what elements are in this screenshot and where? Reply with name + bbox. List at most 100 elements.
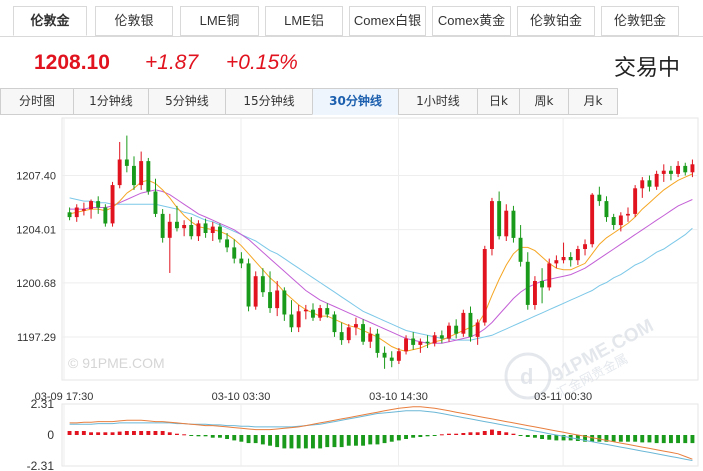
candle-body — [89, 201, 93, 210]
tab-timeshare[interactable]: 分时图 — [0, 88, 74, 115]
tab-london-silver[interactable]: 伦敦银 — [95, 6, 173, 36]
candle-body — [210, 226, 215, 233]
candle-body — [425, 341, 430, 344]
price-change-percent: +0.15% — [226, 51, 298, 74]
tab-london-gold[interactable]: 伦敦金 — [13, 6, 87, 36]
quote-bar: 1208.10 +1.87 +0.15% 交易中 — [0, 44, 703, 82]
macd-bar — [511, 433, 516, 435]
candle — [124, 135, 129, 173]
macd-bar — [368, 435, 373, 445]
macd-bar — [382, 435, 387, 444]
candle-body — [146, 161, 151, 192]
candle-body — [561, 257, 566, 261]
candle-body — [153, 191, 158, 214]
candle-body — [375, 333, 380, 353]
macd-bar — [647, 435, 652, 443]
macd-bar — [103, 432, 108, 435]
candle — [518, 225, 523, 267]
candle-body — [669, 170, 673, 174]
candle-body — [654, 173, 659, 187]
tab-30min[interactable]: 30分钟线 — [312, 88, 399, 115]
y-tick-label: 1207.40 — [16, 171, 56, 183]
candle-body — [81, 209, 86, 211]
x-tick-label: 03-11 00:30 — [534, 391, 592, 403]
macd-bar — [96, 432, 101, 435]
macd-bar — [260, 435, 265, 445]
candle-body — [568, 257, 573, 261]
macd-bar — [303, 435, 308, 449]
tab-1min[interactable]: 1分钟线 — [73, 88, 149, 115]
macd-bar — [497, 431, 502, 435]
tab-daily[interactable]: 日k — [477, 88, 520, 115]
macd-bar — [540, 435, 544, 439]
candle — [683, 162, 688, 176]
candle-body — [203, 223, 208, 233]
macd-bar — [475, 432, 480, 435]
kline-chart[interactable]: © 91PME.COM d 91PME.COM 汇金网贵金属 1207.4012… — [0, 114, 703, 471]
candle — [654, 170, 659, 190]
candle — [389, 351, 394, 368]
tab-1hour[interactable]: 1小时线 — [398, 88, 478, 115]
tab-london-palladium[interactable]: 伦敦钯金 — [601, 6, 679, 36]
candle-body — [468, 312, 473, 337]
price-axis-labels: 1207.40 1204.01 1200.68 1197.29 — [16, 171, 56, 345]
candle-body — [260, 276, 265, 293]
macd-bar — [124, 431, 129, 435]
macd-bar — [425, 435, 430, 437]
candle-body — [182, 225, 187, 229]
candle — [246, 258, 251, 312]
tab-lme-aluminum[interactable]: LME铝 — [265, 6, 343, 36]
macd-bar — [81, 431, 86, 435]
candle-body — [354, 324, 358, 328]
candle-body — [525, 261, 530, 305]
macd-bar — [575, 435, 580, 441]
candle-body — [439, 335, 444, 339]
macd-bar — [404, 435, 408, 439]
macd-bar — [482, 431, 487, 435]
candle — [346, 324, 351, 344]
candle-body — [590, 194, 595, 245]
candle-body — [676, 165, 680, 174]
macd-bar — [332, 435, 337, 448]
candle-body — [611, 217, 616, 225]
tab-weekly[interactable]: 周k — [519, 88, 569, 115]
macd-bar — [504, 432, 509, 435]
macd-bar — [110, 432, 115, 435]
tab-comex-silver[interactable]: Comex白银 — [349, 6, 426, 36]
macd-bar — [225, 435, 229, 439]
candle — [561, 242, 566, 264]
candle — [96, 196, 101, 214]
macd-bar — [525, 435, 530, 437]
candle-body — [332, 314, 337, 333]
tab-15min[interactable]: 15分钟线 — [225, 88, 313, 115]
tab-lme-copper[interactable]: LME铜 — [180, 6, 259, 36]
macd-bar — [182, 434, 187, 436]
macd-bar — [67, 431, 72, 435]
macd-bar — [253, 435, 258, 444]
candle — [511, 205, 516, 243]
tab-london-platinum[interactable]: 伦敦铂金 — [517, 6, 595, 36]
candle — [597, 186, 602, 206]
macd-bar — [289, 435, 294, 449]
macd-bar — [210, 435, 215, 438]
tab-comex-gold[interactable]: Comex黄金 — [432, 6, 511, 36]
candle — [232, 239, 237, 264]
candle-body — [382, 352, 387, 358]
candle-body — [67, 212, 72, 218]
candle — [439, 330, 444, 344]
candle-body — [189, 225, 194, 237]
candle-body — [232, 247, 237, 259]
candle — [540, 268, 544, 304]
candle-body — [175, 221, 179, 229]
macd-bar — [239, 435, 244, 442]
macd-bar — [683, 435, 688, 444]
macd-bar — [167, 432, 172, 435]
candle — [268, 271, 272, 313]
tab-monthly[interactable]: 月k — [568, 88, 618, 115]
chart-grid — [61, 117, 699, 467]
macd-y-tick-label: 2.31 — [31, 397, 55, 411]
macd-bar — [318, 435, 323, 449]
candle — [454, 319, 459, 339]
candle-body — [475, 322, 480, 337]
tab-5min[interactable]: 5分钟线 — [148, 88, 226, 115]
